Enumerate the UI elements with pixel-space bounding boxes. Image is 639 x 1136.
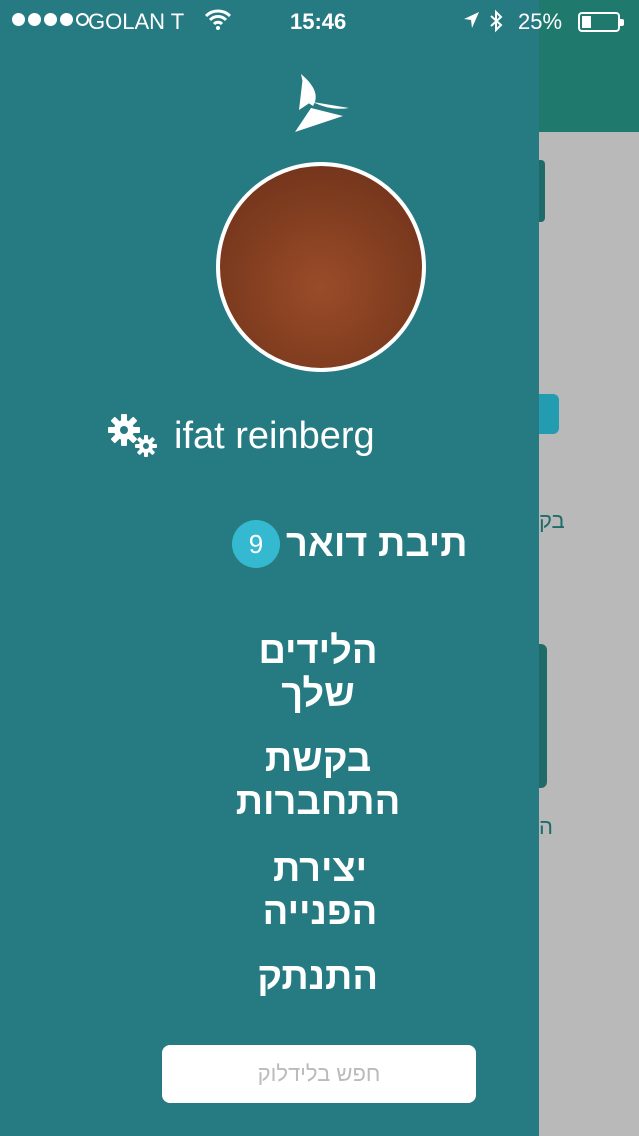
signal-dots-icon <box>12 13 89 26</box>
battery-icon <box>578 12 624 32</box>
menu-item-create-request[interactable]: יצירת הפנייה <box>216 848 424 934</box>
background-label: בק <box>539 508 565 533</box>
user-name: ifat reinberg <box>174 414 375 457</box>
side-drawer: ifat reinberg 9 תיבת דואר הלידים שלך בקש… <box>0 0 539 1136</box>
gears-icon[interactable] <box>108 414 160 458</box>
menu-item-connection-request[interactable]: בקשת התחברות <box>182 738 454 824</box>
wifi-icon <box>204 9 232 37</box>
bluetooth-icon <box>488 9 504 39</box>
app-logo-icon <box>285 72 355 136</box>
user-row: ifat reinberg <box>108 414 375 458</box>
unread-badge: 9 <box>232 520 280 568</box>
search-input[interactable] <box>162 1045 476 1103</box>
battery-percent: 25% <box>518 9 563 34</box>
background-card <box>539 160 545 222</box>
background-screen[interactable]: בק ה <box>525 0 639 1136</box>
menu-item-logout[interactable]: התנתק <box>257 956 378 999</box>
avatar[interactable] <box>216 162 426 372</box>
menu-item-kids[interactable]: הלידים שלך <box>220 630 416 716</box>
background-label: ה <box>539 814 553 839</box>
status-bar: GOLAN T 15:46 25% <box>0 0 639 42</box>
menu-item-mailbox[interactable]: 9 תיבת דואר <box>232 520 468 568</box>
carrier-name: GOLAN T <box>88 9 185 34</box>
menu-item-label: תיבת דואר <box>286 522 468 565</box>
location-arrow-icon <box>462 9 480 37</box>
background-card <box>539 644 547 788</box>
clock: 15:46 <box>290 9 347 34</box>
